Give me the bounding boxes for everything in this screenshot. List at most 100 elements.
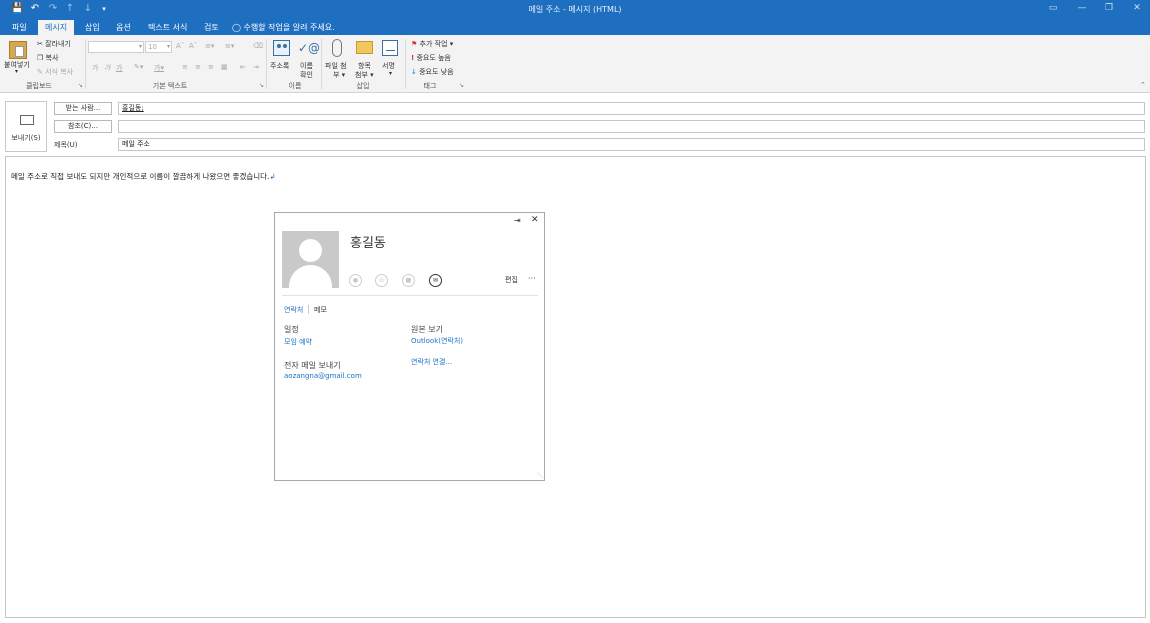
- tags-group-label: 태그: [423, 82, 437, 90]
- attach-item-label-2: 첨부 ▾: [355, 71, 374, 79]
- more-options-icon[interactable]: ···: [528, 274, 536, 283]
- italic-icon[interactable]: 가: [104, 63, 110, 73]
- close-card-icon[interactable]: ✕: [531, 215, 539, 225]
- tell-me-box[interactable]: ◯ 수행할 작업을 알려 주세요.: [232, 20, 335, 35]
- flag-icon: ⚑: [411, 40, 418, 48]
- tab-notes[interactable]: 메모: [314, 305, 327, 315]
- tab-message[interactable]: 메시지: [38, 20, 75, 35]
- grow-font-icon[interactable]: Aˆ: [176, 42, 184, 50]
- shrink-font-icon[interactable]: Aˇ: [189, 42, 197, 50]
- decrease-indent-icon[interactable]: ⇤: [240, 63, 246, 71]
- exclamation-icon: !: [411, 54, 415, 62]
- next-item-icon[interactable]: ↓: [82, 3, 94, 15]
- basic-text-launcher-icon[interactable]: ↘: [259, 82, 264, 89]
- tab-options[interactable]: 옵션: [109, 20, 138, 35]
- address-book-button[interactable]: 주소록: [270, 61, 289, 71]
- restore-icon[interactable]: ❐: [1102, 3, 1116, 13]
- ribbon-display-icon[interactable]: ▭: [1046, 3, 1060, 13]
- paste-icon[interactable]: [9, 41, 27, 59]
- subject-field[interactable]: 메일 주소: [118, 138, 1145, 151]
- scissors-icon: ✂: [37, 40, 43, 48]
- group-divider: [321, 39, 322, 89]
- align-left-icon[interactable]: ≡: [182, 63, 188, 71]
- font-color-icon[interactable]: 가▾: [154, 63, 164, 73]
- low-importance-button[interactable]: ↓ 중요도 낮음: [411, 67, 454, 77]
- tags-launcher-icon[interactable]: ↘: [459, 82, 464, 89]
- include-group-label: 삽입: [356, 82, 370, 90]
- address-book-icon[interactable]: [273, 40, 290, 56]
- previous-item-icon[interactable]: ↑: [64, 3, 76, 15]
- tab-format-text[interactable]: 텍스트 서식: [141, 20, 194, 35]
- tab-review[interactable]: 검토: [197, 20, 226, 35]
- to-button[interactable]: 받는 사람...: [54, 102, 112, 115]
- numbering-icon[interactable]: ≡▾: [225, 42, 234, 50]
- increase-indent-icon[interactable]: ⇥: [253, 63, 259, 71]
- signature-icon[interactable]: [382, 40, 398, 56]
- contact-card: ⇥ ✕ 홍길동 ● ☏ ■ ✉ 편집 ··· 연락처 메모 일정 모임 예약 원…: [274, 212, 545, 481]
- cut-button[interactable]: ✂ 잘라내기: [37, 39, 71, 49]
- names-group-label: 이름: [288, 82, 302, 90]
- cc-field[interactable]: [118, 120, 1145, 133]
- high-importance-button[interactable]: ! 중요도 높음: [411, 53, 451, 63]
- group-divider: [85, 39, 86, 89]
- brush-icon: ✎: [37, 68, 43, 76]
- call-icon[interactable]: ☏: [375, 274, 388, 287]
- subject-label: 제목(U): [54, 141, 78, 149]
- tab-file[interactable]: 파일: [5, 20, 34, 35]
- underline-icon[interactable]: 가: [116, 63, 122, 73]
- follow-up-button[interactable]: ⚑ 추가 작업 ▾: [411, 39, 453, 49]
- group-divider: [405, 39, 406, 89]
- signature-dropdown-icon[interactable]: ▾: [389, 70, 392, 77]
- to-field[interactable]: 홍길동;: [118, 102, 1145, 115]
- redo-icon[interactable]: ↷: [47, 3, 59, 15]
- tab-insert[interactable]: 삽입: [78, 20, 107, 35]
- format-painter-button[interactable]: ✎ 서식 복사: [37, 67, 73, 77]
- send-button[interactable]: 보내기(S): [5, 101, 47, 152]
- resize-grip-icon[interactable]: ⋱: [537, 472, 543, 479]
- down-arrow-icon: ↓: [411, 68, 417, 76]
- copy-button[interactable]: ❐ 복사: [37, 53, 58, 63]
- group-divider: [266, 39, 267, 89]
- font-size-combo[interactable]: 10 ▾: [145, 41, 172, 53]
- lightbulb-icon: ◯: [232, 23, 241, 32]
- align-center-icon[interactable]: ≡: [195, 63, 201, 71]
- close-window-icon[interactable]: ✕: [1130, 3, 1144, 13]
- collapse-ribbon-icon[interactable]: ⌃: [1140, 81, 1146, 89]
- message-body[interactable]: [5, 156, 1146, 618]
- message-body-text: 메일 주소로 직접 보내도 되지만 개인적으로 이름이 깔끔하게 나왔으면 좋겠…: [11, 172, 276, 181]
- bullets-icon[interactable]: ≡▾: [205, 42, 214, 50]
- im-icon[interactable]: ●: [349, 274, 362, 287]
- outlook-contacts-link[interactable]: Outlook(연락처): [411, 336, 463, 346]
- font-size-value: 10: [148, 43, 157, 51]
- video-icon[interactable]: ■: [402, 274, 415, 287]
- align-right-icon[interactable]: ≡: [208, 63, 214, 71]
- link-contacts-link[interactable]: 연락처 연결...: [411, 357, 452, 367]
- customize-toolbar-icon[interactable]: ▾: [98, 3, 110, 15]
- highlight-icon[interactable]: ✎▾: [134, 63, 143, 71]
- email-icon[interactable]: ✉: [429, 274, 442, 287]
- tab-contact[interactable]: 연락처: [284, 305, 303, 315]
- send-email-heading: 전자 메일 보내기: [284, 361, 341, 370]
- bold-icon[interactable]: 가: [92, 63, 98, 73]
- contact-name: 홍길동: [350, 236, 386, 251]
- justify-icon[interactable]: ▦: [221, 63, 228, 71]
- send-label: 보내기(S): [11, 134, 41, 142]
- clipboard-group-label: 클립보드: [26, 82, 52, 90]
- minimize-icon[interactable]: —: [1075, 3, 1089, 13]
- paperclip-icon[interactable]: [332, 39, 342, 57]
- undo-icon[interactable]: ↶: [29, 3, 41, 15]
- edit-link[interactable]: 편집: [505, 275, 518, 285]
- email-address-link[interactable]: aozangna@gmail.com: [284, 372, 362, 380]
- save-icon[interactable]: 💾: [11, 3, 23, 15]
- pin-icon[interactable]: ⇥: [514, 216, 521, 225]
- cc-button[interactable]: 참조(C)...: [54, 120, 112, 133]
- clipboard-launcher-icon[interactable]: ↘: [78, 82, 83, 89]
- clear-formatting-icon[interactable]: ⌫: [253, 42, 263, 50]
- envelope-icon[interactable]: [356, 41, 373, 54]
- schedule-meeting-link[interactable]: 모임 예약: [284, 337, 312, 347]
- font-name-combo[interactable]: ▾: [88, 41, 144, 53]
- avatar: [282, 231, 339, 288]
- paste-dropdown-icon[interactable]: ▾: [15, 68, 18, 75]
- check-names-icon[interactable]: ✓@: [298, 40, 320, 56]
- ribbon: 붙여넣기 ▾ ✂ 잘라내기 ❐ 복사 ✎ 서식 복사 클립보드 ↘ ▾ 10 ▾…: [0, 35, 1150, 93]
